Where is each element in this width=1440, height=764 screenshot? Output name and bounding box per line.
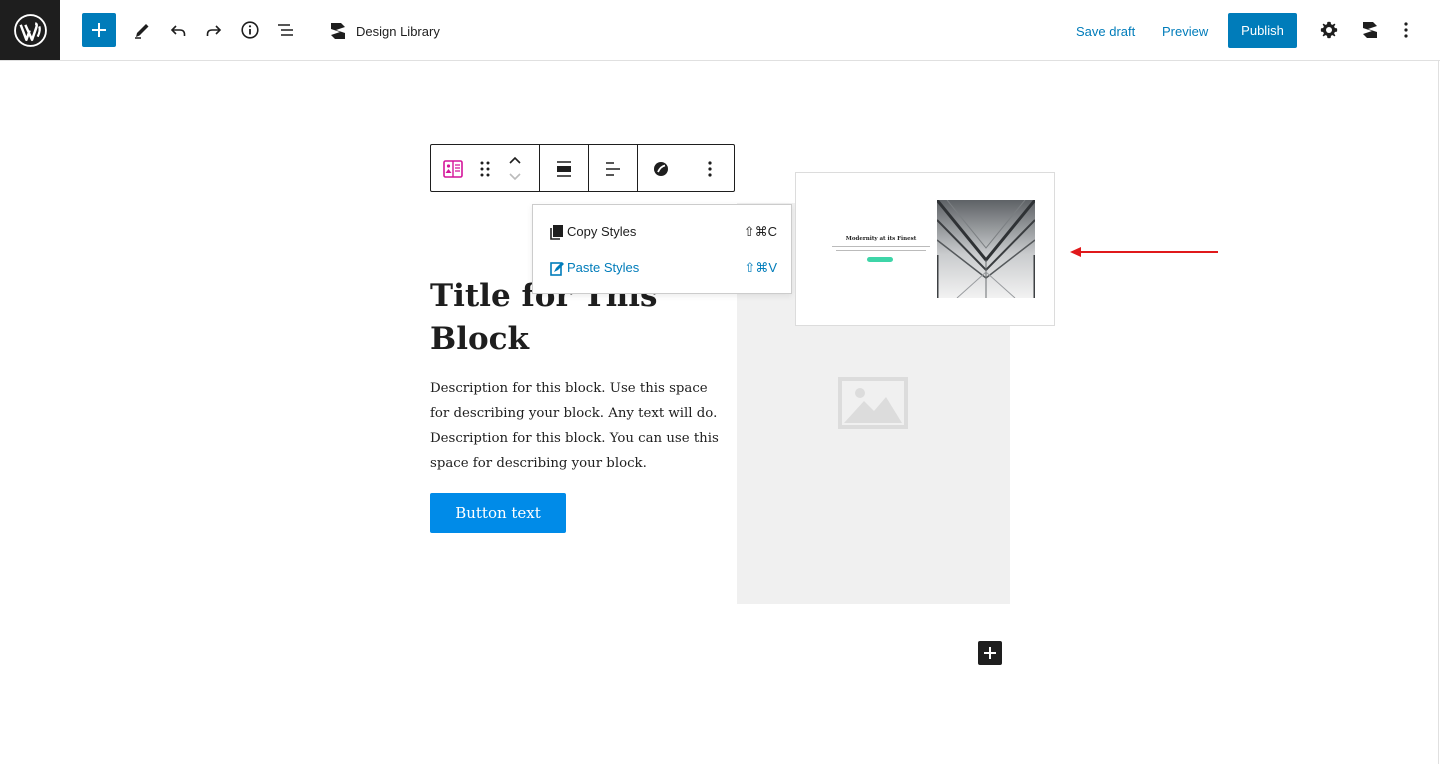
drag-handle[interactable] [475, 157, 495, 181]
block-styles-button[interactable] [649, 157, 673, 181]
text-align-left-icon [606, 162, 620, 176]
text-align-button[interactable] [601, 157, 625, 181]
move-down-button[interactable] [505, 169, 525, 185]
preview-button[interactable]: Preview [1152, 18, 1218, 44]
annotation-arrow-icon [1070, 247, 1218, 257]
copy-styles-shortcut: ⇧⌘C [743, 224, 777, 239]
list-view-button[interactable] [268, 12, 304, 48]
preview-card-title: Modernity at its Finest [845, 236, 917, 242]
options-button[interactable] [1388, 12, 1424, 48]
image-icon [838, 377, 908, 434]
preview-card-text-line [832, 246, 930, 247]
styles-icon [654, 162, 668, 176]
style-preview-card: Modernity at its Finest [795, 172, 1055, 326]
block-description[interactable]: Description for this block. Use this spa… [430, 376, 720, 476]
drag-handle-icon [480, 161, 490, 177]
more-options-icon [708, 161, 712, 177]
design-library-button[interactable]: Design Library [328, 19, 440, 43]
gear-icon [1320, 21, 1338, 39]
canvas-edge [1438, 61, 1439, 764]
paste-styles-shortcut: ⇧⌘V [744, 260, 777, 275]
block-more-options-button[interactable] [698, 157, 722, 181]
add-block-inline-button[interactable] [978, 641, 1002, 665]
block-type-button[interactable] [440, 157, 466, 181]
pencil-icon [135, 24, 149, 39]
paste-styles-label: Paste Styles [567, 260, 640, 275]
block-type-icon [443, 160, 463, 178]
copy-styles-label: Copy Styles [567, 224, 637, 239]
settings-button[interactable] [1311, 12, 1347, 48]
tools-button[interactable] [124, 12, 160, 48]
editor-top-bar: Design Library Save draft Preview Publis… [0, 0, 1440, 61]
block-toolbar [430, 144, 735, 192]
stackable-icon [331, 23, 345, 39]
redo-button[interactable] [196, 12, 232, 48]
copy-styles-item[interactable]: Copy Styles ⇧⌘C [533, 214, 791, 250]
styles-menu: Copy Styles ⇧⌘C Paste Styles ⇧⌘V [532, 204, 792, 294]
wordpress-logo[interactable] [0, 0, 60, 60]
stackable-settings-button[interactable] [1352, 12, 1388, 48]
plus-icon [984, 647, 996, 659]
move-down-icon [509, 173, 521, 181]
stackable-icon [1363, 22, 1377, 38]
move-up-icon [509, 156, 521, 164]
block-toolbar-group-2 [540, 145, 589, 191]
list-view-icon [278, 24, 293, 36]
undo-button[interactable] [160, 12, 196, 48]
block-toolbar-group-1 [431, 145, 540, 191]
save-draft-button[interactable]: Save draft [1066, 18, 1145, 44]
preview-card-button [867, 257, 893, 262]
move-up-button[interactable] [505, 152, 525, 168]
add-block-button[interactable] [82, 13, 116, 47]
align-wide-button[interactable] [552, 157, 576, 181]
preview-card-text-line [836, 250, 926, 251]
publish-button[interactable]: Publish [1228, 13, 1297, 48]
paste-icon [550, 262, 564, 276]
plus-icon [92, 23, 106, 37]
align-wide-icon [557, 161, 571, 177]
info-icon [241, 21, 259, 39]
design-library-label: Design Library [356, 23, 440, 39]
copy-icon [550, 225, 563, 240]
paste-styles-item[interactable]: Paste Styles ⇧⌘V [533, 250, 791, 286]
details-button[interactable] [232, 12, 268, 48]
block-button[interactable]: Button text [430, 493, 566, 533]
more-vertical-icon [1404, 22, 1408, 38]
redo-icon [206, 25, 222, 36]
preview-card-photo [937, 200, 1035, 298]
undo-icon [170, 25, 186, 36]
block-toolbar-group-3 [589, 145, 638, 191]
wordpress-logo-icon [13, 13, 47, 47]
